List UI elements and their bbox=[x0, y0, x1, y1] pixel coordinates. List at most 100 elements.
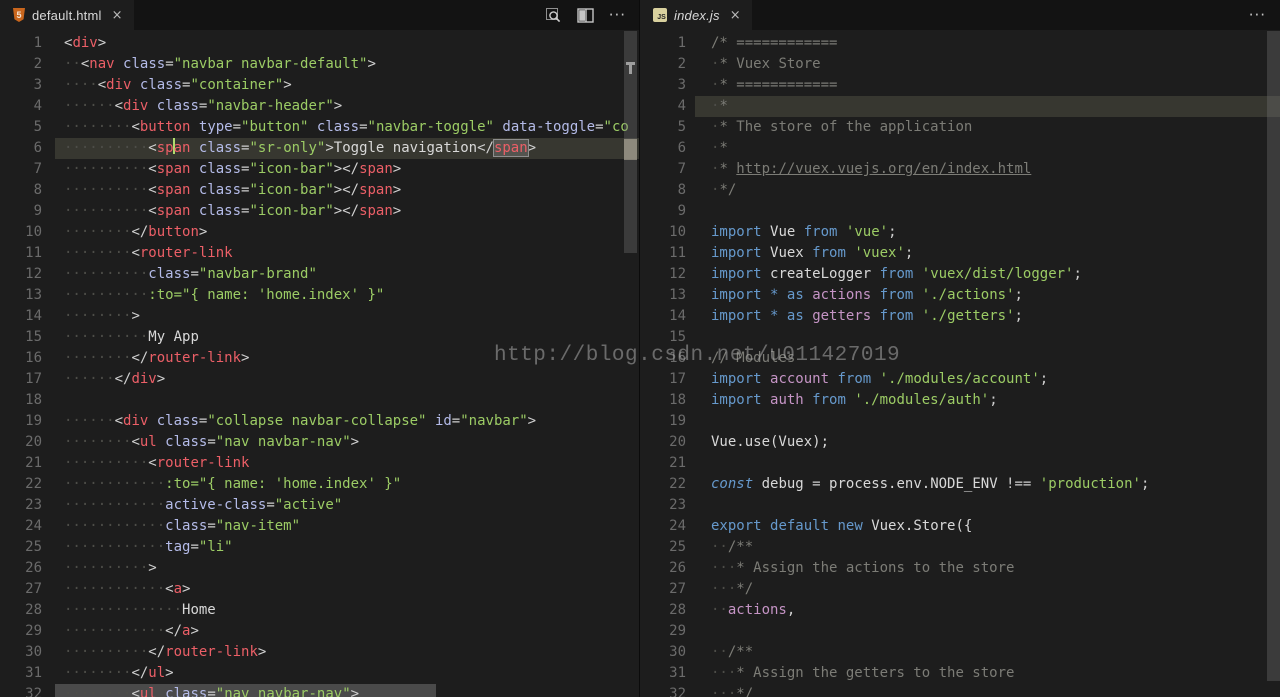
code-line[interactable]: 26··········> bbox=[0, 558, 640, 579]
line-number: 12 bbox=[0, 264, 42, 285]
code-line[interactable]: 12··········class="navbar-brand" bbox=[0, 264, 640, 285]
line-number: 19 bbox=[0, 411, 42, 432]
code-line[interactable]: 1/* ============ bbox=[640, 33, 1280, 54]
code-line[interactable]: 12import createLogger from 'vuex/dist/lo… bbox=[640, 264, 1280, 285]
code-line[interactable]: 23 bbox=[640, 495, 1280, 516]
code-line[interactable]: 25············tag="li" bbox=[0, 537, 640, 558]
code-line[interactable]: 21 bbox=[640, 453, 1280, 474]
line-number: 14 bbox=[640, 306, 686, 327]
code-text: import * as actions from './actions'; bbox=[686, 285, 1023, 306]
code-line[interactable]: 24············class="nav-item" bbox=[0, 516, 640, 537]
code-line[interactable]: 15··········My App bbox=[0, 327, 640, 348]
code-line[interactable]: 27···*/ bbox=[640, 579, 1280, 600]
code-line[interactable]: 5········<button type="button" class="na… bbox=[0, 117, 640, 138]
code-line[interactable]: 8··········<span class="icon-bar"></span… bbox=[0, 180, 640, 201]
code-text: ··········<span class="icon-bar"></span> bbox=[42, 180, 401, 201]
code-line[interactable]: 20Vue.use(Vuex); bbox=[640, 432, 1280, 453]
line-number: 5 bbox=[640, 117, 686, 138]
find-icon[interactable] bbox=[545, 6, 563, 24]
code-line[interactable]: 28··actions, bbox=[640, 600, 1280, 621]
code-line[interactable]: 26···* Assign the actions to the store bbox=[640, 558, 1280, 579]
more-actions-icon[interactable]: ··· bbox=[609, 10, 626, 20]
tab-index-js[interactable]: JS index.js × bbox=[640, 0, 752, 30]
code-line-current[interactable]: 6··········<span class="sr-only">Toggle … bbox=[0, 138, 640, 159]
code-text: ············class="nav-item" bbox=[42, 516, 300, 537]
editor-actions-right: ··· bbox=[1249, 0, 1280, 30]
scrollbar-right-pane[interactable] bbox=[1267, 31, 1280, 681]
code-line[interactable]: 5·* The store of the application bbox=[640, 117, 1280, 138]
code-line[interactable]: 28··············Home bbox=[0, 600, 640, 621]
code-line[interactable]: 19 bbox=[640, 411, 1280, 432]
code-editor-index-js[interactable]: 1/* ============2·* Vuex Store3·* ======… bbox=[640, 30, 1280, 697]
code-line[interactable]: 3····<div class="container"> bbox=[0, 75, 640, 96]
code-editor-default-html[interactable]: 1<div>2··<nav class="navbar navbar-defau… bbox=[0, 30, 640, 697]
code-line[interactable]: 27············<a> bbox=[0, 579, 640, 600]
code-line[interactable]: 18import auth from './modules/auth'; bbox=[640, 390, 1280, 411]
code-line[interactable]: 11import Vuex from 'vuex'; bbox=[640, 243, 1280, 264]
line-number: 25 bbox=[0, 537, 42, 558]
close-tab-icon[interactable]: × bbox=[112, 8, 123, 23]
code-line-selected[interactable]: 32········<ul class="nav navbar-nav"> bbox=[0, 684, 640, 697]
code-line[interactable]: 14import * as getters from './getters'; bbox=[640, 306, 1280, 327]
code-line[interactable]: 14········> bbox=[0, 306, 640, 327]
close-tab-icon[interactable]: × bbox=[730, 8, 741, 23]
code-text: ············<a> bbox=[42, 579, 190, 600]
code-line[interactable]: 7·* http://vuex.vuejs.org/en/index.html bbox=[640, 159, 1280, 180]
line-number: 13 bbox=[640, 285, 686, 306]
tab-bar-right: JS index.js × ··· bbox=[640, 0, 1280, 30]
code-line[interactable]: 9 bbox=[640, 201, 1280, 222]
code-line[interactable]: 20········<ul class="nav navbar-nav"> bbox=[0, 432, 640, 453]
code-text: ···* Assign the getters to the store bbox=[686, 663, 1014, 684]
tab-label: default.html bbox=[32, 8, 102, 23]
tab-default-html[interactable]: 5 default.html × bbox=[0, 0, 134, 30]
code-line[interactable]: 21··········<router-link bbox=[0, 453, 640, 474]
code-line[interactable]: 30··········</router-link> bbox=[0, 642, 640, 663]
code-line[interactable]: 13import * as actions from './actions'; bbox=[640, 285, 1280, 306]
code-line[interactable]: 31········</ul> bbox=[0, 663, 640, 684]
code-line[interactable]: 17import account from './modules/account… bbox=[640, 369, 1280, 390]
code-line[interactable]: 10········</button> bbox=[0, 222, 640, 243]
line-number: 22 bbox=[640, 474, 686, 495]
code-line[interactable]: 24export default new Vuex.Store({ bbox=[640, 516, 1280, 537]
code-line[interactable]: 8·*/ bbox=[640, 180, 1280, 201]
code-line[interactable]: 13··········:to="{ name: 'home.index' }" bbox=[0, 285, 640, 306]
code-line[interactable]: 18 bbox=[0, 390, 640, 411]
code-line[interactable]: 30··/** bbox=[640, 642, 1280, 663]
code-line[interactable]: 22const debug = process.env.NODE_ENV !==… bbox=[640, 474, 1280, 495]
line-number: 9 bbox=[0, 201, 42, 222]
code-line[interactable]: 2··<nav class="navbar navbar-default"> bbox=[0, 54, 640, 75]
code-line[interactable]: 7··········<span class="icon-bar"></span… bbox=[0, 159, 640, 180]
code-line[interactable]: 25··/** bbox=[640, 537, 1280, 558]
code-line[interactable]: 4······<div class="navbar-header"> bbox=[0, 96, 640, 117]
code-line[interactable]: 3·* ============ bbox=[640, 75, 1280, 96]
code-line[interactable]: 29············</a> bbox=[0, 621, 640, 642]
line-number: 30 bbox=[0, 642, 42, 663]
code-line[interactable]: 9··········<span class="icon-bar"></span… bbox=[0, 201, 640, 222]
code-line[interactable]: 19······<div class="collapse navbar-coll… bbox=[0, 411, 640, 432]
code-line[interactable]: 6·* bbox=[640, 138, 1280, 159]
code-line[interactable]: 2·* Vuex Store bbox=[640, 54, 1280, 75]
code-line[interactable]: 32···*/ bbox=[640, 684, 1280, 697]
code-line[interactable]: 16········</router-link> bbox=[0, 348, 640, 369]
code-text: ·* http://vuex.vuejs.org/en/index.html bbox=[686, 159, 1031, 180]
code-line[interactable]: 10import Vue from 'vue'; bbox=[640, 222, 1280, 243]
line-number: 26 bbox=[0, 558, 42, 579]
code-text bbox=[42, 390, 64, 411]
code-line[interactable]: 23············active-class="active" bbox=[0, 495, 640, 516]
code-line[interactable]: 22············:to="{ name: 'home.index' … bbox=[0, 474, 640, 495]
split-editor-icon[interactable] bbox=[577, 6, 595, 24]
code-text: ········> bbox=[42, 306, 140, 327]
code-line[interactable]: 11········<router-link bbox=[0, 243, 640, 264]
code-text: ···*/ bbox=[686, 684, 753, 697]
code-line[interactable]: 16// Modules bbox=[640, 348, 1280, 369]
more-actions-icon[interactable]: ··· bbox=[1249, 10, 1266, 20]
code-line[interactable]: 31···* Assign the getters to the store bbox=[640, 663, 1280, 684]
code-text: ··/** bbox=[686, 642, 753, 663]
code-line[interactable]: 29 bbox=[640, 621, 1280, 642]
scrollbar-left-pane[interactable] bbox=[624, 31, 637, 253]
code-line[interactable]: 15 bbox=[640, 327, 1280, 348]
code-line[interactable]: 17······</div> bbox=[0, 369, 640, 390]
code-line[interactable]: 1<div> bbox=[0, 33, 640, 54]
code-line-current[interactable]: 4·* bbox=[640, 96, 1280, 117]
code-text: ·* ============ bbox=[686, 75, 837, 96]
